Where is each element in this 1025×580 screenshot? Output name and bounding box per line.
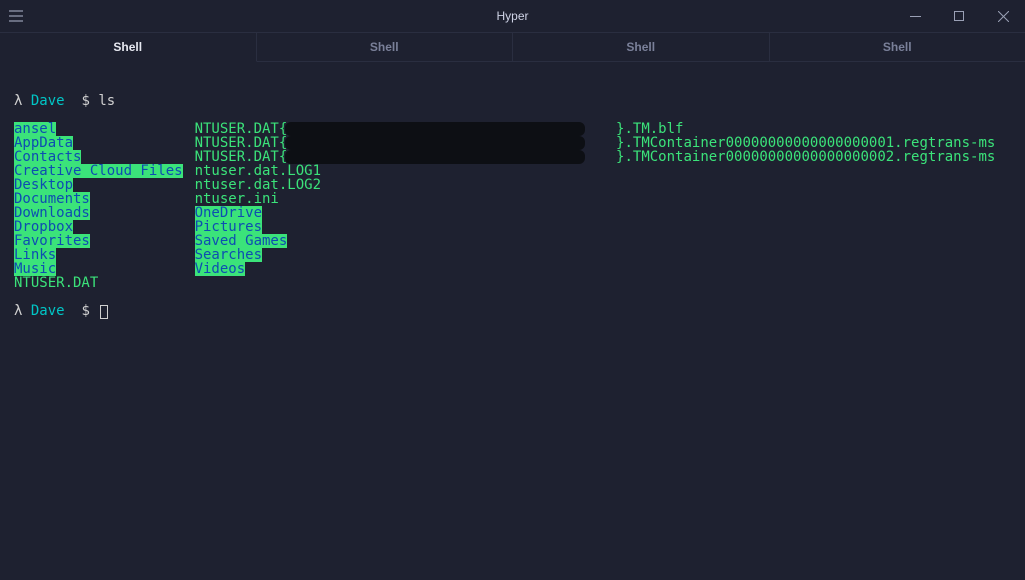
file-entry: ntuser.dat.LOG1 (195, 164, 321, 178)
prompt-user: Dave (31, 303, 65, 319)
tab-shell-1[interactable]: Shell (0, 32, 257, 62)
redaction-mark (285, 150, 585, 164)
tab-shell-2[interactable]: Shell (257, 32, 514, 62)
directory-entry: Videos (195, 262, 246, 276)
ls-column-1: ansel AppData Contacts Creative Cloud Fi… (14, 122, 183, 290)
prompt-separator: $ (81, 93, 89, 109)
prompt-line: λ Dave $ (14, 304, 1011, 319)
tab-shell-3[interactable]: Shell (513, 32, 770, 62)
directory-entry: Creative Cloud Files (14, 164, 183, 178)
file-entry-redacted: NTUSER.DAT{xxxxxxxxxxxxxxxxxxxxxxxxxxxxx… (195, 136, 996, 150)
prompt-lambda: λ (14, 303, 22, 319)
directory-entry: Music (14, 262, 56, 276)
minimize-button[interactable] (893, 0, 937, 32)
prompt-user: Dave (31, 93, 65, 109)
directory-entry: Dropbox (14, 220, 73, 234)
redaction-mark (285, 136, 585, 150)
directory-entry: Saved Games (195, 234, 288, 248)
window-title: Hyper (496, 9, 528, 23)
command-text: ls (98, 93, 115, 109)
tab-shell-4[interactable]: Shell (770, 32, 1025, 62)
cursor (100, 305, 108, 319)
directory-entry: Pictures (195, 220, 262, 234)
ls-output: ansel AppData Contacts Creative Cloud Fi… (14, 122, 1011, 290)
directory-entry: AppData (14, 136, 73, 150)
tab-label: Shell (370, 40, 399, 54)
redaction-mark (285, 122, 585, 136)
directory-entry: Favorites (14, 234, 90, 248)
directory-entry: ansel (14, 122, 56, 136)
file-entry: NTUSER.DAT (14, 276, 98, 290)
prompt-separator: $ (81, 303, 89, 319)
tab-label: Shell (113, 40, 142, 54)
file-entry-redacted: NTUSER.DAT{xxxxxxxxxxxxxxxxxxxxxxxxxxxxx… (195, 122, 996, 136)
terminal-output[interactable]: λ Dave $ ls ansel AppData Contacts Creat… (0, 62, 1025, 333)
file-entry: ntuser.dat.LOG2 (195, 178, 321, 192)
directory-entry: OneDrive (195, 206, 262, 220)
tab-label: Shell (883, 40, 912, 54)
directory-entry: Searches (195, 248, 262, 262)
directory-entry: Links (14, 248, 56, 262)
maximize-button[interactable] (937, 0, 981, 32)
directory-entry: Documents (14, 192, 90, 206)
ls-column-2: NTUSER.DAT{xxxxxxxxxxxxxxxxxxxxxxxxxxxxx… (195, 122, 996, 276)
hamburger-menu-icon[interactable] (0, 0, 32, 32)
tab-bar: Shell Shell Shell Shell (0, 32, 1025, 62)
prompt-lambda: λ (14, 93, 22, 109)
directory-entry: Downloads (14, 206, 90, 220)
title-bar: Hyper (0, 0, 1025, 32)
prompt-line: λ Dave $ ls (14, 94, 1011, 108)
window-controls (893, 0, 1025, 32)
directory-entry: Desktop (14, 178, 73, 192)
file-entry-redacted: NTUSER.DAT{xxxxxxxxxxxxxxxxxxxxxxxxxxxxx… (195, 150, 996, 164)
tab-label: Shell (626, 40, 655, 54)
close-button[interactable] (981, 0, 1025, 32)
directory-entry: Contacts (14, 150, 81, 164)
file-entry: ntuser.ini (195, 192, 279, 206)
